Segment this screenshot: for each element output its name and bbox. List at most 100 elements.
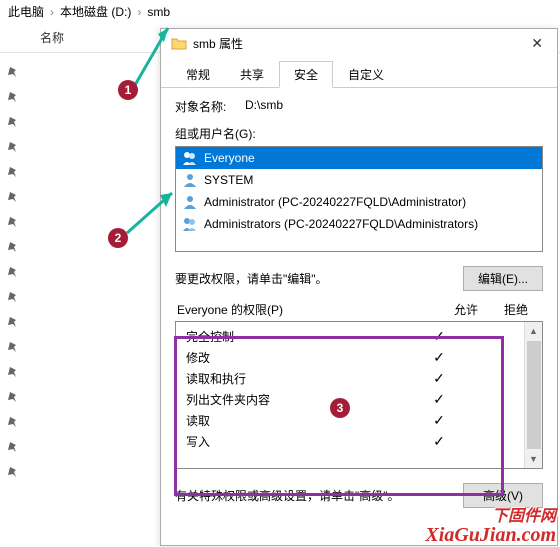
dialog-titlebar[interactable]: smb 属性 ✕: [161, 29, 557, 58]
list-item[interactable]: [0, 263, 155, 281]
tab-security[interactable]: 安全: [279, 61, 333, 88]
scroll-down-icon[interactable]: ▼: [525, 450, 542, 468]
pin-icon: [8, 367, 18, 377]
check-icon: ✓: [414, 391, 464, 408]
pin-icon: [8, 242, 18, 252]
properties-dialog: smb 属性 ✕ 常规 共享 安全 自定义 对象名称: D:\smb 组或用户名…: [160, 28, 558, 546]
list-item[interactable]: [0, 213, 155, 231]
pin-icon: [8, 167, 18, 177]
pin-icon: [8, 217, 18, 227]
check-icon: ✓: [414, 349, 464, 366]
pin-icon: [8, 317, 18, 327]
pin-icon: [8, 467, 18, 477]
advanced-hint: 有关特殊权限或高级设置，请单击"高级"。: [175, 487, 463, 504]
scroll-thumb[interactable]: [527, 341, 541, 449]
dialog-title: smb 属性: [193, 35, 521, 52]
watermark-cn: 下固件网: [425, 509, 556, 525]
column-name[interactable]: 名称: [40, 29, 64, 46]
list-item[interactable]: [0, 188, 155, 206]
object-name-value: D:\smb: [245, 98, 283, 115]
list-item[interactable]: [0, 463, 155, 481]
perm-header-title: Everyone 的权限(P): [177, 301, 441, 318]
check-icon: ✓: [414, 412, 464, 429]
close-icon[interactable]: ✕: [527, 35, 547, 52]
annotation-3: 3: [330, 398, 350, 418]
list-item[interactable]: [0, 338, 155, 356]
pin-icon: [8, 267, 18, 277]
list-item[interactable]: [0, 63, 155, 81]
list-item-administrator[interactable]: Administrator (PC-20240227FQLD\Administr…: [176, 191, 542, 213]
group-user-label: 组或用户名(G):: [175, 125, 543, 142]
watermark-en: XiaGuJian.com: [425, 524, 556, 546]
list-item[interactable]: [0, 313, 155, 331]
list-item-label: SYSTEM: [204, 173, 253, 187]
perm-row-modify: 修改 ✓: [186, 349, 514, 366]
crumb-this-pc[interactable]: 此电脑: [8, 3, 44, 20]
perm-row-write: 写入 ✓: [186, 433, 514, 450]
crumb-smb[interactable]: smb: [147, 5, 170, 19]
perm-name: 列出文件夹内容: [186, 391, 414, 408]
list-item[interactable]: [0, 413, 155, 431]
list-item-administrators[interactable]: Administrators (PC-20240227FQLD\Administ…: [176, 213, 542, 235]
edit-hint: 要更改权限，请单击"编辑"。: [175, 270, 463, 287]
pin-icon: [8, 342, 18, 352]
perm-row-read-execute: 读取和执行 ✓: [186, 370, 514, 387]
list-item[interactable]: [0, 288, 155, 306]
dialog-body: 对象名称: D:\smb 组或用户名(G): Everyone SYSTEM: [161, 88, 557, 518]
check-icon: ✓: [414, 328, 464, 345]
list-item[interactable]: [0, 238, 155, 256]
file-list-area: [0, 53, 155, 491]
pin-icon: [8, 392, 18, 402]
object-name-label: 对象名称:: [175, 98, 245, 115]
watermark: 下固件网 XiaGuJian.com: [425, 509, 556, 545]
list-item-label: Everyone: [204, 151, 255, 165]
breadcrumb[interactable]: 此电脑 › 本地磁盘 (D:) › smb: [0, 0, 560, 23]
list-item[interactable]: [0, 438, 155, 456]
list-item-label: Administrator (PC-20240227FQLD\Administr…: [204, 195, 466, 209]
folder-icon: [171, 36, 187, 52]
user-icon: [182, 194, 198, 210]
tab-bar: 常规 共享 安全 自定义: [161, 60, 557, 88]
tab-share[interactable]: 共享: [225, 61, 279, 88]
perm-name: 修改: [186, 349, 414, 366]
perm-row-list-dir: 列出文件夹内容 ✓: [186, 391, 514, 408]
permissions-header: Everyone 的权限(P) 允许 拒绝: [175, 301, 543, 318]
list-item[interactable]: [0, 363, 155, 381]
advanced-button[interactable]: 高级(V): [463, 483, 543, 508]
perm-row-read: 读取 ✓: [186, 412, 514, 429]
perm-row-full-control: 完全控制 ✓: [186, 328, 514, 345]
perm-name: 完全控制: [186, 328, 414, 345]
perm-name: 写入: [186, 433, 414, 450]
perm-name: 读取: [186, 412, 414, 429]
perm-header-allow: 允许: [441, 301, 491, 318]
check-icon: ✓: [414, 433, 464, 450]
list-item[interactable]: [0, 388, 155, 406]
pin-icon: [8, 292, 18, 302]
pin-icon: [8, 117, 18, 127]
crumb-disk-d[interactable]: 本地磁盘 (D:): [60, 3, 131, 20]
pin-icon: [8, 442, 18, 452]
tab-general[interactable]: 常规: [171, 61, 225, 88]
chevron-right-icon: ›: [137, 5, 141, 19]
list-item[interactable]: [0, 113, 155, 131]
check-icon: ✓: [414, 370, 464, 387]
tab-custom[interactable]: 自定义: [333, 61, 399, 88]
group-user-list[interactable]: Everyone SYSTEM Administrator (PC-202402…: [175, 146, 543, 252]
perm-name: 读取和执行: [186, 370, 414, 387]
edit-button[interactable]: 编辑(E)...: [463, 266, 543, 291]
annotation-2: 2: [108, 228, 128, 248]
users-icon: [182, 216, 198, 232]
perm-header-deny: 拒绝: [491, 301, 541, 318]
permissions-list: 完全控制 ✓ 修改 ✓ 读取和执行 ✓ 列出文件夹内容 ✓: [175, 321, 543, 469]
list-item[interactable]: [0, 163, 155, 181]
scroll-up-icon[interactable]: ▲: [525, 322, 542, 340]
list-item[interactable]: [0, 138, 155, 156]
pin-icon: [8, 142, 18, 152]
pin-icon: [8, 192, 18, 202]
users-icon: [182, 150, 198, 166]
scrollbar[interactable]: ▲ ▼: [524, 322, 542, 468]
list-item-everyone[interactable]: Everyone: [176, 147, 542, 169]
pin-icon: [8, 67, 18, 77]
list-item-system[interactable]: SYSTEM: [176, 169, 542, 191]
chevron-right-icon: ›: [50, 5, 54, 19]
